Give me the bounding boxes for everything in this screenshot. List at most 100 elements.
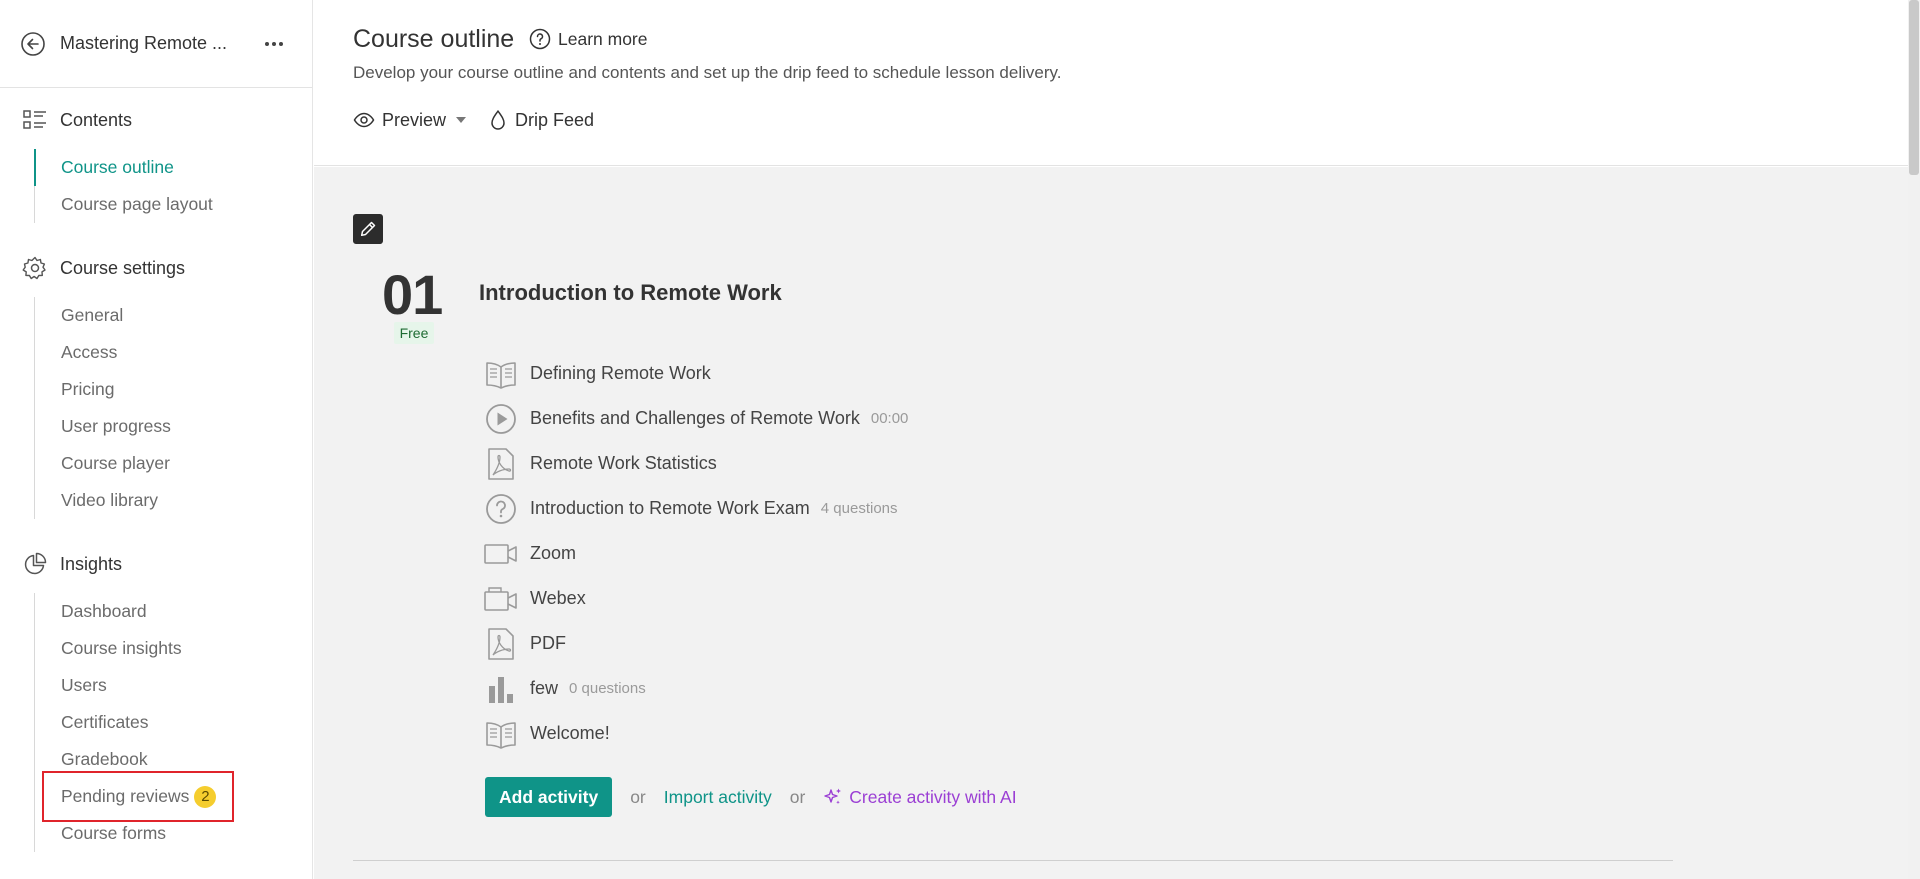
- highlight-annotation: [42, 771, 234, 822]
- activity-meta: 4 questions: [820, 500, 898, 517]
- activity-title: Defining Remote Work: [530, 363, 711, 383]
- create-activity-ai-link[interactable]: Create activity with AI: [823, 786, 1017, 808]
- list-icon: [23, 110, 46, 129]
- activity-title: Zoom: [530, 543, 577, 563]
- nav-label: Course forms: [61, 823, 167, 843]
- activity-item[interactable]: Remote Work Statistics: [484, 441, 908, 486]
- nav-label: User progress: [61, 416, 171, 436]
- section-label: Course settings: [60, 257, 186, 278]
- nav-label: Access: [61, 342, 118, 362]
- nav-label: Course insights: [61, 638, 182, 658]
- nav-label: Certificates: [61, 712, 149, 732]
- activity-item[interactable]: Introduction to Remote Work Exam 4 quest…: [484, 486, 908, 531]
- activity-item[interactable]: Welcome!: [484, 711, 908, 756]
- chapter-title[interactable]: Introduction to Remote Work: [479, 280, 782, 306]
- nav-label: Course outline: [61, 157, 174, 177]
- activity-meta: 0 questions: [569, 680, 646, 697]
- section-label: Contents: [60, 109, 133, 130]
- sidebar-item-certificates[interactable]: Certificates: [35, 704, 216, 741]
- course-outline-content: 01 Free Introduction to Remote Work Defi…: [314, 167, 1908, 879]
- learn-more-link[interactable]: Learn more: [528, 27, 648, 51]
- import-activity-link[interactable]: Import activity: [664, 787, 772, 808]
- settings-nav: General Access Pricing User progress Cou…: [34, 297, 171, 519]
- or-separator: or: [630, 786, 646, 807]
- add-activity-button[interactable]: Add activity: [485, 777, 613, 817]
- sidebar-item-course-player[interactable]: Course player: [35, 445, 171, 482]
- pie-chart-icon: [24, 552, 47, 575]
- learn-more-label: Learn more: [558, 28, 648, 49]
- activity-title: Webex: [530, 588, 586, 608]
- sidebar: Mastering Remote ... Contents Course out…: [0, 0, 313, 879]
- sidebar-item-course-insights[interactable]: Course insights: [35, 630, 216, 667]
- contents-nav: Course outline Course page layout: [34, 149, 213, 223]
- sidebar-item-video-library[interactable]: Video library: [35, 482, 171, 519]
- book-icon: [484, 717, 518, 751]
- sidebar-item-pricing[interactable]: Pricing: [35, 371, 171, 408]
- book-icon: [484, 357, 518, 391]
- sidebar-item-course-page-layout[interactable]: Course page layout: [35, 186, 213, 223]
- sidebar-item-user-progress[interactable]: User progress: [35, 408, 171, 445]
- pdf-icon: [484, 447, 518, 481]
- add-activity-row: Add activity or Import activity or Creat…: [485, 777, 1017, 817]
- page-description: Develop your course outline and contents…: [353, 63, 1062, 82]
- activity-title: Welcome!: [530, 723, 610, 743]
- course-header: Mastering Remote ...: [0, 0, 312, 88]
- play-icon: [484, 402, 518, 436]
- more-dots-icon[interactable]: [262, 32, 286, 56]
- pdf-icon: [484, 627, 518, 661]
- or-separator: or: [789, 786, 806, 807]
- video-camera-icon: [484, 582, 518, 616]
- nav-label: Dashboard: [61, 601, 147, 621]
- bar-chart-icon: [484, 672, 518, 706]
- nav-label: Course page layout: [61, 194, 213, 214]
- pencil-icon: [360, 221, 376, 237]
- sparkle-icon: [824, 788, 842, 805]
- section-insights[interactable]: Insights: [22, 550, 122, 578]
- activity-item[interactable]: PDF: [484, 621, 908, 666]
- eye-icon: [353, 112, 375, 128]
- nav-label: Course player: [61, 453, 170, 473]
- activity-title: Benefits and Challenges of Remote Work: [530, 408, 860, 428]
- course-title: Mastering Remote ...: [60, 33, 228, 53]
- nav-label: Pricing: [61, 379, 115, 399]
- section-contents[interactable]: Contents: [22, 106, 132, 134]
- drip-feed-button[interactable]: Drip Feed: [488, 109, 594, 131]
- video-camera-icon: [484, 537, 518, 571]
- scrollbar-thumb[interactable]: [1909, 0, 1919, 175]
- activity-item[interactable]: Benefits and Challenges of Remote Work 0…: [484, 396, 908, 441]
- activity-item[interactable]: few 0 questions: [484, 666, 908, 711]
- page-title: Course outline: [353, 25, 515, 53]
- back-arrow-icon[interactable]: [20, 31, 46, 57]
- edit-chapter-button[interactable]: [353, 214, 383, 244]
- activity-item[interactable]: Webex: [484, 576, 908, 621]
- chapter-number: 01: [382, 263, 443, 326]
- header-toolbar: Preview Drip Feed: [353, 109, 616, 131]
- gear-icon: [22, 256, 46, 280]
- preview-button[interactable]: Preview: [353, 109, 467, 131]
- main-header: Course outline Learn more Develop your c…: [314, 0, 1908, 166]
- activity-item[interactable]: Zoom: [484, 531, 908, 576]
- activity-meta: 00:00: [870, 410, 909, 427]
- nav-label: Gradebook: [61, 749, 148, 769]
- nav-label: Video library: [61, 490, 158, 510]
- sidebar-item-dashboard[interactable]: Dashboard: [35, 593, 216, 630]
- activity-item[interactable]: Defining Remote Work: [484, 351, 908, 396]
- drip-feed-label: Drip Feed: [515, 109, 595, 130]
- activity-title: few: [530, 678, 559, 698]
- sidebar-item-access[interactable]: Access: [35, 334, 171, 371]
- droplet-icon: [491, 110, 505, 130]
- create-ai-label: Create activity with AI: [849, 786, 1017, 807]
- sidebar-item-general[interactable]: General: [35, 297, 171, 334]
- chapter-divider: [353, 860, 1673, 861]
- section-course-settings[interactable]: Course settings: [22, 254, 185, 282]
- activity-title: Remote Work Statistics: [530, 453, 717, 473]
- sidebar-item-course-outline[interactable]: Course outline: [35, 149, 213, 186]
- sidebar-item-users[interactable]: Users: [35, 667, 216, 704]
- help-circle-icon: [529, 28, 551, 50]
- nav-label: Users: [61, 675, 107, 695]
- chevron-down-icon: [456, 117, 467, 123]
- activity-title: PDF: [530, 633, 566, 653]
- question-icon: [484, 492, 518, 526]
- preview-label: Preview: [382, 109, 447, 130]
- nav-label: General: [61, 305, 124, 325]
